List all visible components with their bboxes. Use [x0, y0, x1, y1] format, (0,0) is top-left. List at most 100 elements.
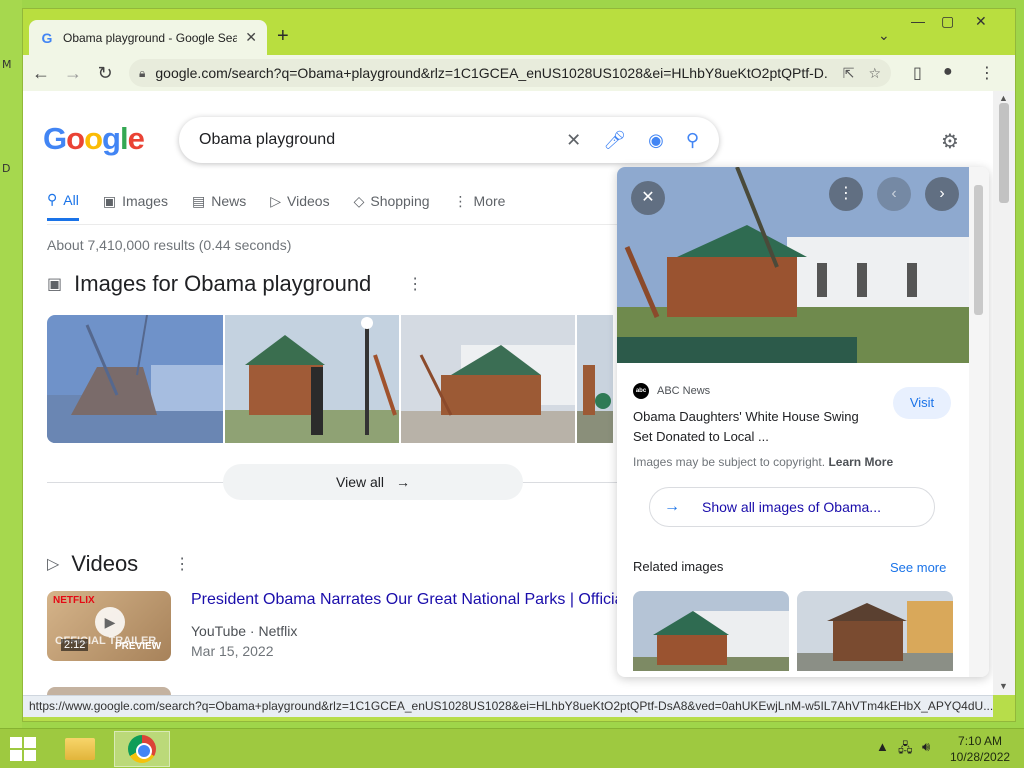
tab-strip: G Obama playground - Google Sea ✕ + ⌄ — … [23, 9, 1015, 55]
videos-section-header: ▷ Videos ⋮ [47, 551, 190, 577]
close-icon[interactable]: ✕ [631, 181, 665, 215]
search-icon: ⚲ [47, 191, 58, 207]
chrome-window: G Obama playground - Google Sea ✕ + ⌄ — … [22, 8, 1016, 722]
related-images-label: Related images [633, 559, 724, 574]
news-icon: ▤ [191, 192, 206, 209]
copyright-notice: Images may be subject to copyright. Lear… [633, 455, 894, 469]
videos-section-title: Videos [71, 551, 139, 576]
search-icon[interactable]: ⚲ [686, 130, 699, 151]
visit-button[interactable]: Visit [893, 387, 951, 419]
desktop-edge: M D [0, 0, 22, 730]
result-stats: About 7,410,000 results (0.44 seconds) [47, 237, 292, 253]
video-thumbnail[interactable]: NETFLIX ▶ OFFICIAL TRAILER 2:12 PREVIEW [47, 591, 171, 661]
video-duration: 2:12 [61, 639, 89, 651]
forward-icon[interactable]: → [57, 63, 89, 84]
camera-lens-icon[interactable]: ◉ [648, 130, 664, 151]
chevron-left-icon[interactable]: ‹ [877, 177, 911, 211]
images-section-header: ▣ Images for Obama playground ⋮ [47, 271, 423, 297]
video-thumbnail[interactable] [47, 687, 171, 695]
clock-date: 10/28/2022 [950, 750, 1011, 764]
show-all-images-button[interactable]: → Show all images of Obama... [649, 487, 935, 527]
tab-videos[interactable]: ▷ Videos [270, 191, 329, 221]
abc-news-logo: abc [633, 383, 649, 399]
more-vert-icon[interactable]: ⋮ [829, 177, 863, 211]
share-icon[interactable]: ⇱ [843, 65, 855, 82]
tab-more[interactable]: ⋮ More [454, 191, 506, 221]
profile-avatar-icon[interactable]: ● [943, 63, 953, 81]
settings-gear-icon[interactable]: ⚙ [941, 129, 959, 154]
related-image[interactable] [633, 591, 789, 671]
desktop-icon-label: D [2, 162, 11, 175]
microphone-icon[interactable]: 🎤︎ [603, 130, 626, 151]
minimize-icon[interactable]: — [911, 13, 925, 29]
video-title-link[interactable]: President Obama Narrates Our Great Natio… [191, 591, 627, 609]
address-bar[interactable]: 🔒︎ google.com/search?q=Obama+playground&… [129, 59, 891, 87]
see-more-link[interactable]: See more [890, 560, 946, 575]
image-thumbnail[interactable] [401, 315, 575, 443]
preview-image[interactable] [617, 167, 969, 363]
scroll-up-icon[interactable]: ▲ [999, 93, 1008, 103]
tab-search-icon[interactable]: ⌄ [878, 27, 890, 44]
browser-tab[interactable]: G Obama playground - Google Sea ✕ [29, 20, 267, 55]
scroll-down-icon[interactable]: ▼ [999, 681, 1008, 691]
taskbar: ▲ 🖧︎ 🔊︎ 7:10 AM 10/28/2022 [0, 728, 1024, 768]
side-panel-icon[interactable]: ▯ [913, 63, 922, 83]
netflix-badge: NETFLIX [53, 595, 95, 606]
reload-icon[interactable]: ↻ [89, 63, 121, 84]
video-result[interactable]: NETFLIX ▶ OFFICIAL TRAILER 2:12 PREVIEW … [47, 591, 627, 661]
play-icon[interactable]: ▶ [95, 607, 125, 637]
browser-toolbar: ← → ↻ 🔒︎ google.com/search?q=Obama+playg… [23, 55, 1015, 91]
show-hidden-icons-icon[interactable]: ▲ [876, 739, 889, 754]
search-input[interactable]: Obama playground [199, 131, 544, 149]
more-vert-icon[interactable]: ⋮ [407, 274, 423, 294]
image-thumbnails [47, 315, 613, 443]
video-icon: ▷ [47, 556, 60, 573]
scroll-thumb[interactable] [999, 103, 1009, 203]
search-results-page: Google Obama playground ✕ 🎤︎ ◉ ⚲ ⚙ ⚲ All … [23, 91, 993, 695]
close-window-icon[interactable]: ✕ [975, 13, 987, 30]
image-thumbnail[interactable] [577, 315, 613, 443]
panel-scrollbar[interactable] [969, 167, 989, 677]
preview-label: PREVIEW [115, 641, 162, 652]
learn-more-link[interactable]: Learn More [828, 455, 893, 469]
related-image[interactable] [797, 591, 953, 671]
more-vert-icon[interactable]: ⋮ [174, 554, 190, 574]
image-icon: ▣ [47, 276, 63, 293]
url-text[interactable]: google.com/search?q=Obama+playground&rlz… [155, 65, 828, 81]
tab-images[interactable]: ▣ Images [103, 191, 168, 221]
chrome-taskbar-icon[interactable] [114, 731, 170, 767]
network-icon[interactable]: 🖧︎ [898, 739, 913, 761]
back-icon[interactable]: ← [25, 63, 57, 84]
lock-icon[interactable]: 🔒︎ [139, 66, 145, 81]
bookmark-star-icon[interactable]: ☆ [868, 65, 881, 82]
tab-shopping[interactable]: ◇ Shopping [354, 191, 430, 221]
image-thumbnail[interactable] [47, 315, 223, 443]
related-images [633, 591, 953, 671]
google-logo[interactable]: Google [43, 121, 145, 157]
google-favicon-icon: G [41, 29, 53, 46]
volume-icon[interactable]: 🔊︎ [922, 739, 930, 755]
tab-news[interactable]: ▤ News [192, 191, 246, 221]
desktop-icon-label: M [2, 58, 12, 71]
new-tab-icon[interactable]: + [277, 25, 289, 48]
clear-icon[interactable]: ✕ [566, 130, 581, 151]
maximize-icon[interactable]: ▢ [941, 13, 954, 30]
file-explorer-icon[interactable] [52, 731, 108, 767]
arrow-right-icon: → [396, 474, 410, 490]
menu-kebab-icon[interactable]: ⋮ [979, 63, 995, 83]
view-all-button[interactable]: View all → [223, 464, 523, 500]
image-thumbnail[interactable] [225, 315, 399, 443]
preview-title[interactable]: Obama Daughters' White House Swing Set D… [633, 407, 873, 447]
page-scrollbar[interactable]: ▲ ▼ [993, 91, 1015, 695]
windows-start-icon[interactable] [10, 737, 36, 761]
tab-close-icon[interactable]: ✕ [245, 29, 257, 46]
tabs-divider [47, 224, 617, 225]
arrow-right-icon: → [664, 498, 680, 515]
image-icon: ▣ [102, 192, 117, 209]
tab-all[interactable]: ⚲ All [47, 191, 79, 221]
search-box[interactable]: Obama playground ✕ 🎤︎ ◉ ⚲ [179, 117, 719, 163]
chevron-right-icon[interactable]: › [925, 177, 959, 211]
status-bar-url: https://www.google.com/search?q=Obama+pl… [23, 695, 993, 717]
video-icon: ▷ [270, 192, 282, 209]
system-clock[interactable]: 7:10 AM 10/28/2022 [950, 733, 1010, 765]
